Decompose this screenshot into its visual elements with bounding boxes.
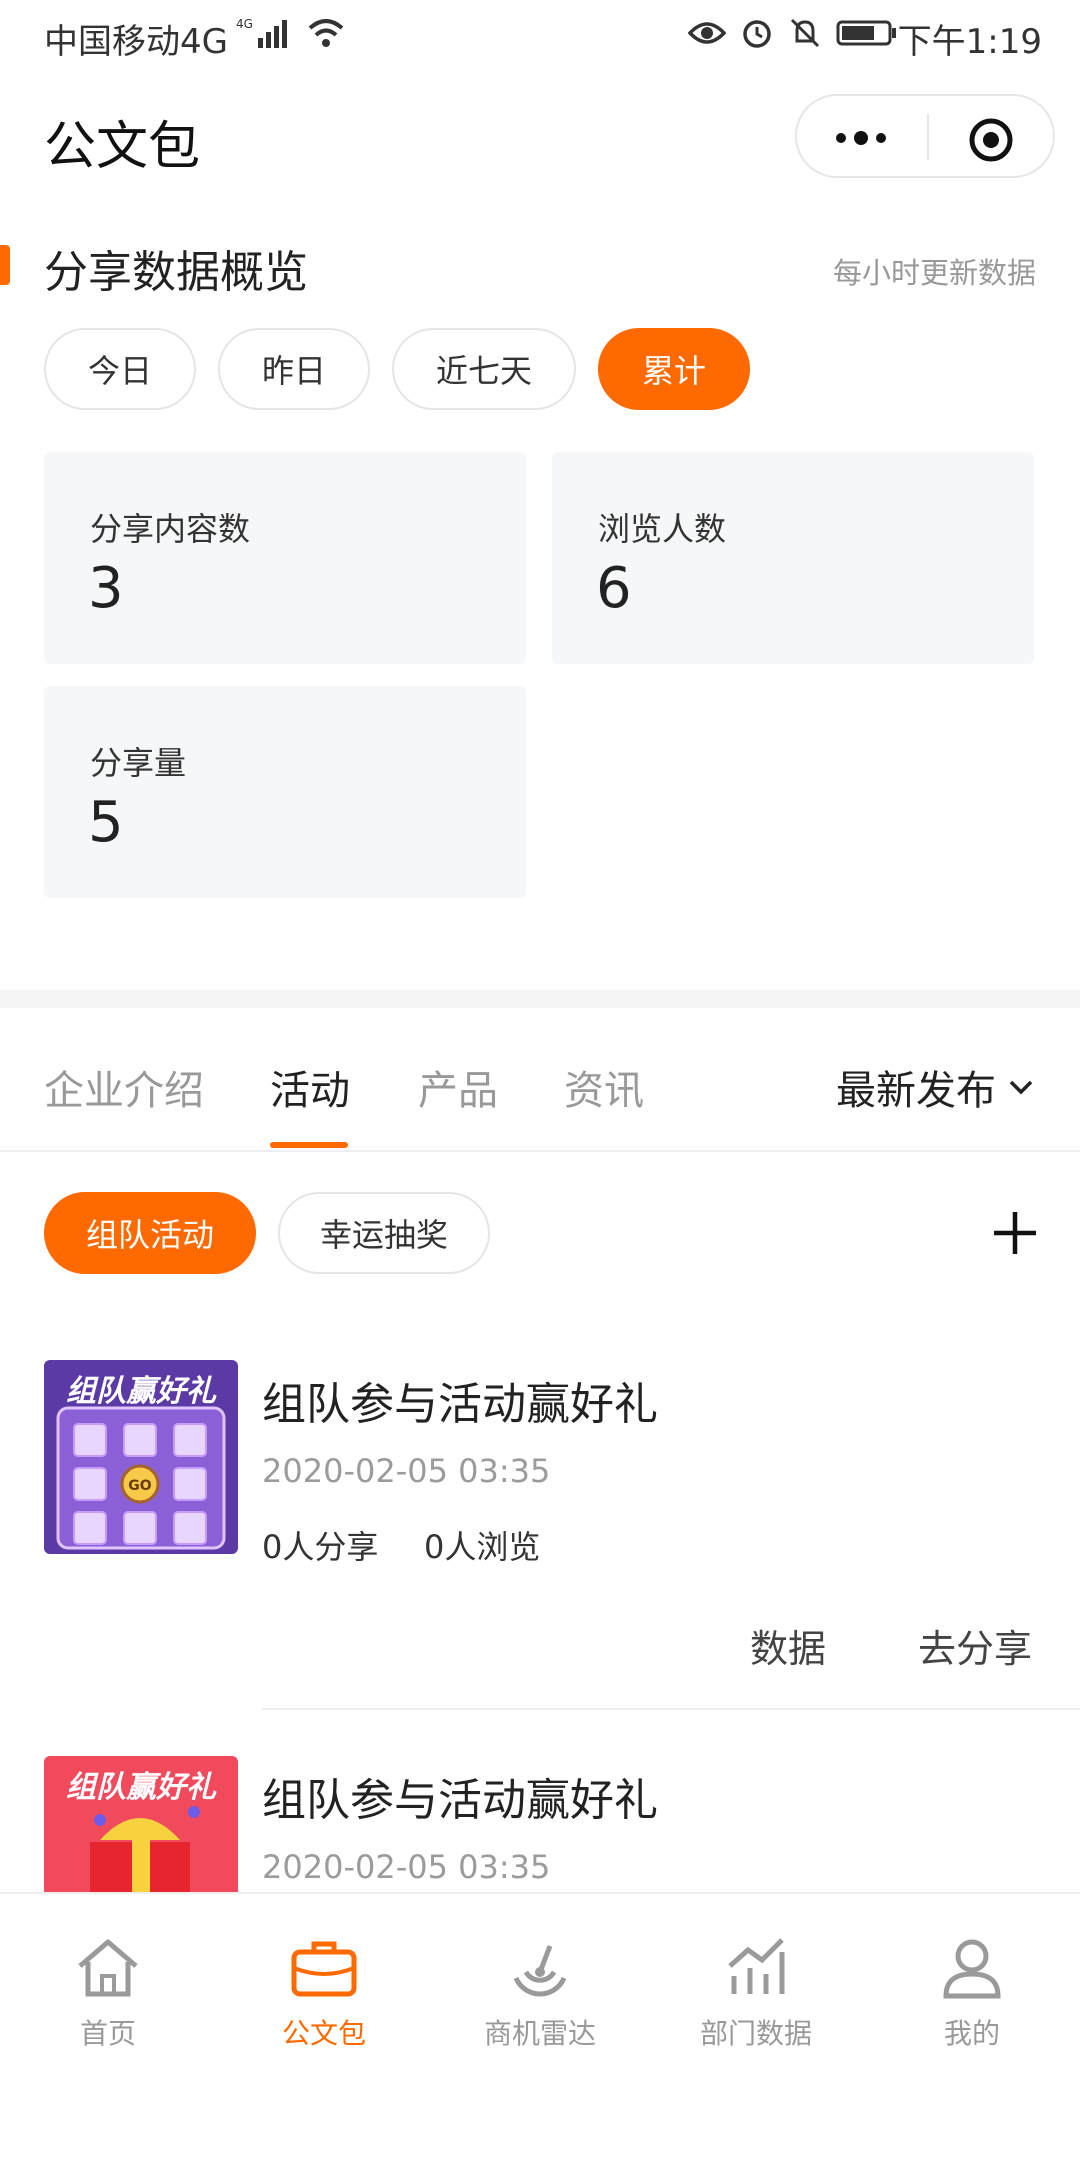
section-separator xyxy=(0,990,1080,1008)
svg-text:4G: 4G xyxy=(236,17,253,31)
item-divider xyxy=(262,1708,1080,1710)
period-cumulative[interactable]: 累计 xyxy=(598,328,751,410)
svg-text:GO: GO xyxy=(128,1478,151,1494)
item-date: 2020-02-05 03:35 xyxy=(262,1848,551,1886)
briefcase-icon xyxy=(291,1941,357,1997)
user-icon xyxy=(943,1939,1001,1999)
item-date: 2020-02-05 03:35 xyxy=(262,1452,551,1490)
stat-value: 6 xyxy=(596,556,632,621)
item-title[interactable]: 组队参与活动赢好礼 xyxy=(262,1764,658,1828)
section-accent-bar xyxy=(0,245,10,285)
more-icon[interactable] xyxy=(831,118,891,158)
status-time: 下午1:19 xyxy=(897,22,1042,62)
activity-thumbnail[interactable]: GO 组队赢好礼 xyxy=(44,1360,238,1554)
status-icons-right xyxy=(688,16,898,50)
eye-icon xyxy=(688,22,726,44)
tab-activities[interactable]: 活动 xyxy=(270,1058,350,1116)
nav-profile[interactable]: 我的 xyxy=(892,1932,1052,2052)
battery-icon xyxy=(836,20,896,46)
stat-value: 5 xyxy=(88,790,124,855)
nav-briefcase[interactable]: 公文包 xyxy=(244,1932,404,2052)
nav-label: 我的 xyxy=(943,2017,1000,2050)
activity-type-tabs: 组队活动 幸运抽奖 xyxy=(44,1192,491,1274)
signal-group: 4G xyxy=(236,16,346,50)
radar-icon xyxy=(513,1945,567,1997)
mute-bell-icon xyxy=(790,18,820,48)
period-tabs: 今日 昨日 近七天 累计 xyxy=(44,328,751,410)
nav-home[interactable]: 首页 xyxy=(28,1932,188,2052)
subtab-lucky-draw[interactable]: 幸运抽奖 xyxy=(278,1192,491,1274)
nav-label: 公文包 xyxy=(281,2017,366,2050)
nav-label: 商机雷达 xyxy=(483,2017,596,2050)
period-seven-days[interactable]: 近七天 xyxy=(392,328,577,410)
tab-company-intro[interactable]: 企业介绍 xyxy=(44,1058,204,1116)
page-title: 公文包 xyxy=(44,117,201,177)
status-bar: 中国移动4G 4G 下午1:19 xyxy=(0,0,1080,72)
capsule-divider xyxy=(927,114,929,160)
sort-dropdown[interactable]: 最新发布 xyxy=(836,1058,1034,1116)
tabs-border xyxy=(0,1150,1080,1152)
period-yesterday[interactable]: 昨日 xyxy=(218,328,371,410)
chevron-down-icon xyxy=(1009,1080,1033,1095)
stat-card-shared-content: 分享内容数 3 xyxy=(44,452,526,664)
item-title[interactable]: 组队参与活动赢好礼 xyxy=(262,1368,658,1432)
subtab-team-activity[interactable]: 组队活动 xyxy=(44,1192,257,1274)
signal-icon: 4G xyxy=(236,17,287,48)
nav-department-data[interactable]: 部门数据 xyxy=(676,1932,836,2052)
stat-label: 分享内容数 xyxy=(90,510,251,548)
activity-thumbnail[interactable]: 组队赢好礼 xyxy=(44,1756,238,1892)
item-data-button[interactable]: 数据 xyxy=(750,1618,826,1673)
wifi-icon xyxy=(308,19,344,47)
item-view-count: 0人浏览 xyxy=(424,1528,541,1566)
overview-title: 分享数据概览 xyxy=(44,247,308,298)
update-note: 每小时更新数据 xyxy=(832,256,1036,290)
nav-label: 部门数据 xyxy=(699,2017,812,2050)
thumbnail-caption: 组队赢好礼 xyxy=(66,1770,216,1805)
tab-news[interactable]: 资讯 xyxy=(564,1058,644,1116)
stat-card-viewers: 浏览人数 6 xyxy=(552,452,1034,664)
stat-card-shares: 分享量 5 xyxy=(44,686,526,898)
item-share-button[interactable]: 去分享 xyxy=(918,1618,1032,1673)
carrier-label: 中国移动4G xyxy=(44,22,228,62)
nav-radar[interactable]: 商机雷达 xyxy=(460,1932,620,2052)
active-tab-indicator xyxy=(270,1142,348,1148)
alarm-icon xyxy=(743,20,771,48)
mini-program-capsule xyxy=(795,94,1055,178)
bottom-nav: 首页 公文包 商机雷达 部门数据 我的 xyxy=(0,1892,1080,2162)
stat-value: 3 xyxy=(88,556,124,621)
chart-icon xyxy=(728,1938,785,1994)
thumbnail-caption: 组队赢好礼 xyxy=(66,1374,216,1409)
add-icon[interactable] xyxy=(990,1208,1040,1258)
home-icon xyxy=(78,1939,138,1997)
stat-label: 分享量 xyxy=(90,744,187,782)
sort-label: 最新发布 xyxy=(836,1068,996,1114)
stat-label: 浏览人数 xyxy=(598,510,727,548)
item-share-count: 0人分享 xyxy=(262,1528,379,1566)
tab-products[interactable]: 产品 xyxy=(418,1058,498,1116)
close-target-icon[interactable] xyxy=(967,116,1015,164)
nav-label: 首页 xyxy=(79,2017,136,2050)
period-today[interactable]: 今日 xyxy=(44,328,197,410)
